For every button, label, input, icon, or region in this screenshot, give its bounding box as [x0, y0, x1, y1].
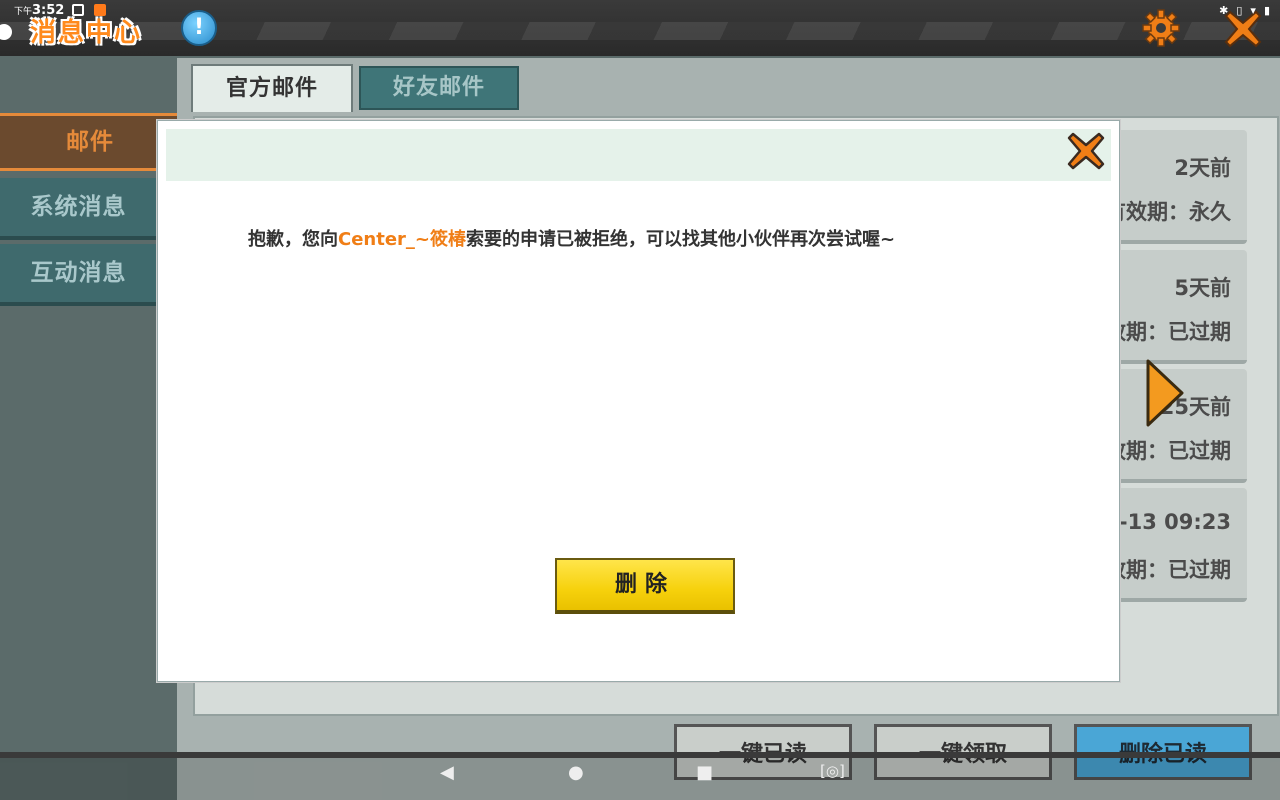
navigation-bar: [0, 752, 1280, 800]
info-icon[interactable]: !: [181, 10, 217, 46]
mail-expiry: 效期：已过期: [1105, 558, 1231, 582]
tab-official-mail[interactable]: 官方邮件: [191, 64, 353, 112]
gear-icon[interactable]: [1140, 7, 1182, 49]
message-text-after: 索要的申请已被拒绝，可以找其他小伙伴再次尝试喔~: [466, 229, 896, 250]
recents-icon[interactable]: ■: [696, 762, 713, 783]
status-icons-right: ✱ ▯ ▾ ▮: [1219, 4, 1270, 17]
back-icon[interactable]: ◀: [440, 762, 454, 783]
sidebar-item-system-messages[interactable]: 系统消息: [0, 178, 157, 240]
home-icon[interactable]: ●: [568, 762, 584, 783]
message-dialog: 抱歉，您向Center_~筱椿索要的申请已被拒绝，可以找其他小伙伴再次尝试喔~ …: [157, 120, 1120, 682]
sidebar-item-label: 邮件: [66, 129, 114, 155]
mail-time: 2天前: [1174, 156, 1231, 180]
sidebar-item-mail[interactable]: 邮件: [0, 113, 180, 171]
tab-friend-mail[interactable]: 好友邮件: [359, 66, 519, 110]
message-text-before: 抱歉，您向: [248, 229, 338, 250]
dialog-message: 抱歉，您向Center_~筱椿索要的申请已被拒绝，可以找其他小伙伴再次尝试喔~: [248, 225, 895, 251]
battery-icon: ▮: [1263, 4, 1270, 17]
wifi-icon: ▾: [1250, 4, 1256, 17]
vibrate-icon: ▯: [1236, 4, 1243, 17]
arrow-right-icon[interactable]: [1145, 358, 1185, 428]
message-player-name: Center_~筱椿: [338, 229, 467, 250]
mail-time: 5天前: [1174, 276, 1231, 300]
screenshot-icon[interactable]: [◎]: [820, 762, 845, 780]
mail-expiry: 效期：已过期: [1105, 320, 1231, 344]
sidebar-item-label: 系统消息: [30, 194, 127, 220]
sidebar: 邮件 系统消息 互动消息: [0, 58, 180, 800]
dialog-header: [166, 129, 1111, 181]
mail-expiry: 有效期：永久: [1105, 200, 1231, 224]
page-title: 消息中心: [30, 18, 143, 48]
close-icon[interactable]: [1066, 131, 1106, 171]
sidebar-item-interaction-messages[interactable]: 互动消息: [0, 244, 157, 306]
nav-divider: [0, 752, 1280, 758]
mail-expiry: 效期：已过期: [1105, 439, 1231, 463]
top-bar: 下午3:52 消息中心 ! ✱ ▯ ▾ ▮: [0, 0, 1280, 56]
sidebar-item-label: 互动消息: [30, 260, 127, 286]
delete-button[interactable]: 删除: [555, 558, 735, 614]
bluetooth-icon: ✱: [1219, 4, 1229, 17]
